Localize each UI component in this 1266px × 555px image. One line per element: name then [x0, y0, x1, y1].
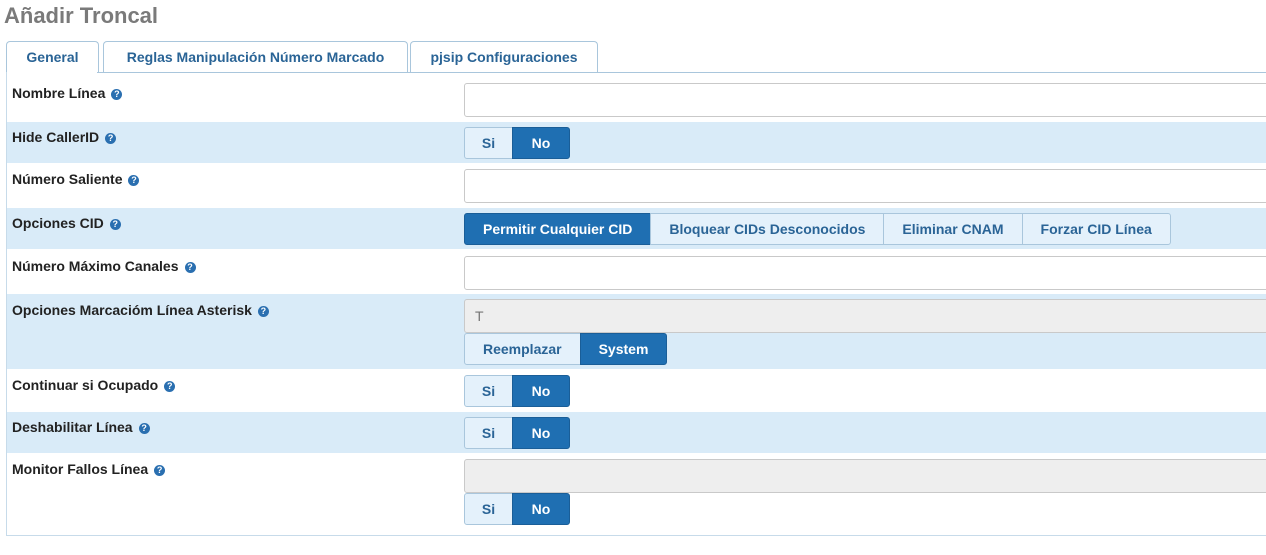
continuar-ocupado-no-button[interactable]: No	[512, 375, 570, 407]
continuar-ocupado-toggle: Si No	[464, 375, 570, 407]
hide-callerid-label-text: Hide CallerID	[12, 129, 100, 145]
deshabilitar-linea-label-text: Deshabilitar Línea	[12, 419, 133, 435]
opciones-marcacion-toggle: Reemplazar System	[464, 333, 668, 365]
monitor-fallos-si-button[interactable]: Si	[464, 493, 513, 525]
numero-maximo-canales-label-text: Número Máximo Canales	[12, 258, 179, 274]
forzar-cid-linea-button[interactable]: Forzar CID Línea	[1021, 213, 1171, 245]
deshabilitar-linea-si-button[interactable]: Si	[464, 417, 513, 449]
nombre-linea-label-text: Nombre Línea	[12, 85, 106, 101]
row-deshabilitar-linea: Deshabilitar Línea? Si No	[7, 412, 1266, 453]
monitor-fallos-input[interactable]	[464, 459, 1266, 493]
hide-callerid-label: Hide CallerID?	[12, 129, 117, 145]
nombre-linea-label: Nombre Línea?	[12, 85, 123, 101]
help-icon[interactable]: ?	[111, 89, 123, 100]
help-icon[interactable]: ?	[105, 133, 117, 144]
continuar-ocupado-si-button[interactable]: Si	[464, 375, 513, 407]
help-icon[interactable]: ?	[257, 306, 269, 317]
continuar-ocupado-label: Continuar si Ocupado?	[12, 377, 176, 393]
numero-maximo-canales-input[interactable]	[464, 256, 1266, 290]
nombre-linea-input[interactable]	[464, 83, 1266, 117]
continuar-ocupado-label-text: Continuar si Ocupado	[12, 377, 159, 393]
page-title: Añadir Troncal	[4, 3, 159, 28]
system-button[interactable]: System	[579, 333, 668, 365]
row-nombre-linea: Nombre Línea?	[7, 76, 1266, 120]
hide-callerid-si-button[interactable]: Si	[464, 127, 513, 159]
opciones-cid-label-text: Opciones CID	[12, 215, 104, 231]
hide-callerid-toggle: Si No	[464, 127, 570, 159]
help-icon[interactable]: ?	[109, 219, 121, 230]
numero-saliente-label-text: Número Saliente	[12, 171, 123, 187]
hide-callerid-no-button[interactable]: No	[512, 127, 570, 159]
monitor-fallos-label: Monitor Fallos Línea?	[12, 461, 166, 477]
deshabilitar-linea-label: Deshabilitar Línea?	[12, 419, 150, 435]
tab-bar: General Reglas Manipulación Número Marca…	[6, 41, 1266, 73]
eliminar-cnam-button[interactable]: Eliminar CNAM	[883, 213, 1023, 245]
help-icon[interactable]: ?	[154, 465, 166, 476]
row-opciones-marcacion: Opciones Marcacióm Línea Asterisk? Reemp…	[7, 294, 1266, 369]
permitir-cualquier-cid-button[interactable]: Permitir Cualquier CID	[464, 213, 652, 245]
help-icon[interactable]: ?	[128, 175, 140, 186]
numero-saliente-label: Número Saliente?	[12, 171, 140, 187]
bloquear-cids-button[interactable]: Bloquear CIDs Desconocidos	[650, 213, 885, 245]
monitor-fallos-toggle: Si No	[464, 493, 570, 525]
tab-reglas-manipulacion[interactable]: Reglas Manipulación Número Marcado	[103, 41, 408, 72]
help-icon[interactable]: ?	[164, 381, 176, 392]
opciones-marcacion-input[interactable]	[464, 299, 1266, 333]
tab-general[interactable]: General	[6, 41, 99, 73]
reemplazar-button[interactable]: Reemplazar	[464, 333, 581, 365]
monitor-fallos-label-text: Monitor Fallos Línea	[12, 461, 149, 477]
row-numero-maximo-canales: Número Máximo Canales?	[7, 250, 1266, 294]
row-continuar-ocupado: Continuar si Ocupado? Si No	[7, 370, 1266, 412]
opciones-marcacion-label: Opciones Marcacióm Línea Asterisk?	[12, 302, 269, 318]
deshabilitar-linea-toggle: Si No	[464, 417, 570, 449]
numero-maximo-canales-label: Número Máximo Canales?	[12, 258, 196, 274]
help-icon[interactable]: ?	[184, 262, 196, 273]
row-hide-callerid: Hide CallerID? Si No	[7, 122, 1266, 163]
deshabilitar-linea-no-button[interactable]: No	[512, 417, 570, 449]
row-opciones-cid: Opciones CID? Permitir Cualquier CID Blo…	[7, 208, 1266, 249]
help-icon[interactable]: ?	[138, 423, 150, 434]
opciones-cid-group: Permitir Cualquier CID Bloquear CIDs Des…	[464, 213, 1171, 245]
row-numero-saliente: Número Saliente?	[7, 163, 1266, 207]
row-monitor-fallos: Monitor Fallos Línea? Si No	[7, 454, 1266, 534]
opciones-marcacion-label-text: Opciones Marcacióm Línea Asterisk	[12, 302, 252, 318]
tab-pjsip-configuraciones[interactable]: pjsip Configuraciones	[410, 41, 598, 72]
monitor-fallos-no-button[interactable]: No	[512, 493, 570, 525]
numero-saliente-input[interactable]	[464, 169, 1266, 203]
opciones-cid-label: Opciones CID?	[12, 215, 121, 231]
